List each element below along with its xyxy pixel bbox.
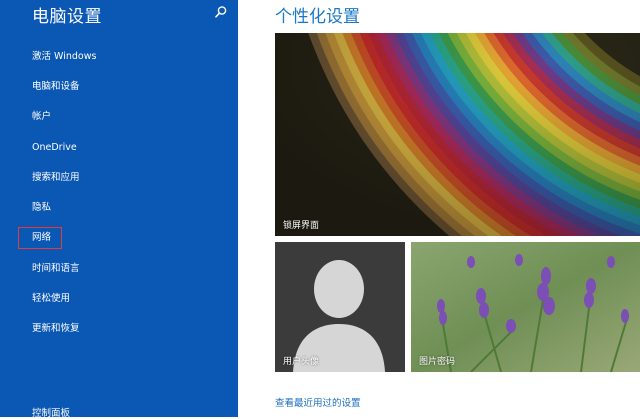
sidebar-item-update-and-recovery[interactable]: 更新和恢复 <box>32 323 80 335</box>
recent-settings-link[interactable]: 查看最近用过的设置 <box>275 395 361 409</box>
sidebar-item-privacy[interactable]: 隐私 <box>32 202 51 214</box>
user-avatar-icon <box>275 242 405 372</box>
sidebar-item-onedrive[interactable]: OneDrive <box>32 142 77 154</box>
avatar-label: 用户头像 <box>283 357 320 367</box>
avatar-tile[interactable]: 用户头像 <box>275 242 405 372</box>
picture-password-tile[interactable]: 图片密码 <box>411 242 640 372</box>
picture-password-label: 图片密码 <box>419 357 456 367</box>
sidebar-item-ease-of-access[interactable]: 轻松使用 <box>32 293 70 305</box>
sidebar-item-network[interactable]: 网络 <box>17 227 63 249</box>
lock-screen-tile[interactable]: 锁屏界面 <box>275 33 640 236</box>
search-icon[interactable] <box>214 5 228 19</box>
lock-screen-image <box>275 33 640 236</box>
sidebar-item-accounts[interactable]: 帐户 <box>32 111 51 123</box>
page-title: 个性化设置 <box>275 7 360 27</box>
lock-screen-label: 锁屏界面 <box>283 221 320 231</box>
sidebar-title: 电脑设置 <box>32 7 102 27</box>
sidebar-item-activate-windows[interactable]: 激活 Windows <box>32 51 96 63</box>
sidebar-item-search-and-apps[interactable]: 搜索和应用 <box>32 172 80 184</box>
sidebar-item-pc-and-devices[interactable]: 电脑和设备 <box>32 81 80 93</box>
lavender-image <box>411 242 640 372</box>
sidebar-item-time-and-language[interactable]: 时间和语言 <box>32 263 80 275</box>
sidebar: 电脑设置 激活 Windows 电脑和设备 帐户 OneDrive 搜索和应用 … <box>0 0 238 419</box>
main-content: 个性化设置 锁屏界面 用户头像 图片密码 查看最近用过的设置 <box>238 0 640 417</box>
